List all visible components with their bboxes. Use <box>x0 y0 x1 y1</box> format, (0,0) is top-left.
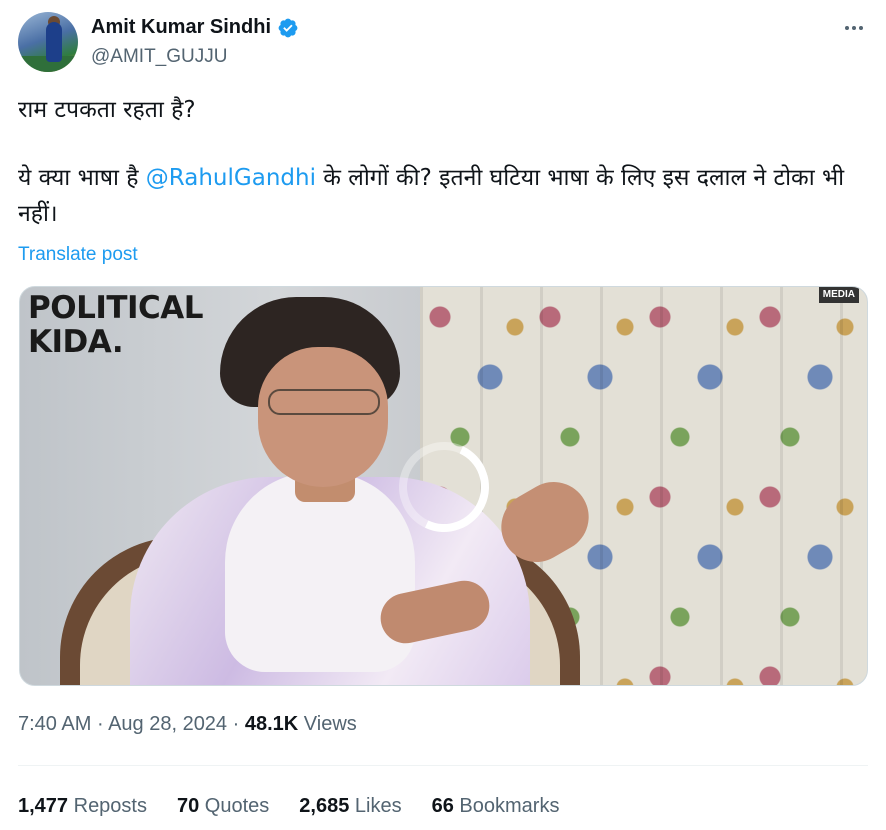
likes-label: Likes <box>349 795 402 817</box>
quotes-stat[interactable]: 70 Quotes <box>177 795 269 818</box>
overlay-title-line-2: KIDA. <box>28 324 124 360</box>
more-options-icon[interactable] <box>840 14 868 42</box>
mention-link[interactable]: @RahulGandhi <box>146 165 316 191</box>
reposts-count: 1,477 <box>18 795 69 817</box>
views-count: 48.1K <box>244 713 299 735</box>
engagement-stats: 1,477 Reposts 70 Quotes 2,685 Likes 66 B… <box>18 795 589 818</box>
author-handle[interactable]: @AMIT_GUJJU <box>91 46 227 68</box>
meta-separator: · <box>91 713 109 735</box>
post-meta: 7:40 AM · Aug 28, 2024 · 48.1K Views <box>18 713 357 736</box>
likes-count: 2,685 <box>299 795 350 817</box>
avatar[interactable] <box>18 12 78 72</box>
bookmarks-count: 66 <box>431 795 454 817</box>
meta-separator-2: · <box>227 713 245 735</box>
post-date[interactable]: Aug 28, 2024 <box>108 713 227 735</box>
overlay-title-line-1: POLITICAL <box>28 290 204 326</box>
reposts-label: Reposts <box>68 795 147 817</box>
verified-badge-icon <box>278 18 298 37</box>
views-label: Views <box>298 713 357 735</box>
post-line-2-start: ये क्या भाषा है <box>18 165 146 191</box>
author-name-row: Amit Kumar Sindhi <box>91 16 299 39</box>
video-player[interactable]: POLITICAL KIDA. MEDIA <box>19 286 868 686</box>
post-header: Amit Kumar Sindhi @AMIT_GUJJU <box>18 12 868 74</box>
reposts-stat[interactable]: 1,477 Reposts <box>18 795 147 818</box>
quotes-label: Quotes <box>199 795 270 817</box>
media-badge: MEDIA <box>818 287 859 303</box>
post-line-1: राम टपकता रहता है? <box>18 97 196 123</box>
post-time[interactable]: 7:40 AM <box>18 713 91 735</box>
video-overlay-title: POLITICAL KIDA. <box>28 290 204 360</box>
quotes-count: 70 <box>177 795 200 817</box>
divider <box>18 765 868 766</box>
post-text: राम टपकता रहता है? ये क्या भाषा है @Rahu… <box>18 92 863 232</box>
bookmarks-label: Bookmarks <box>453 795 560 817</box>
bookmarks-stat[interactable]: 66 Bookmarks <box>432 795 560 818</box>
translate-post-link[interactable]: Translate post <box>18 244 138 266</box>
likes-stat[interactable]: 2,685 Likes <box>299 795 401 818</box>
author-name[interactable]: Amit Kumar Sindhi <box>91 16 271 39</box>
post-line-2: ये क्या भाषा है @RahulGandhi के लोगों की… <box>18 160 863 232</box>
